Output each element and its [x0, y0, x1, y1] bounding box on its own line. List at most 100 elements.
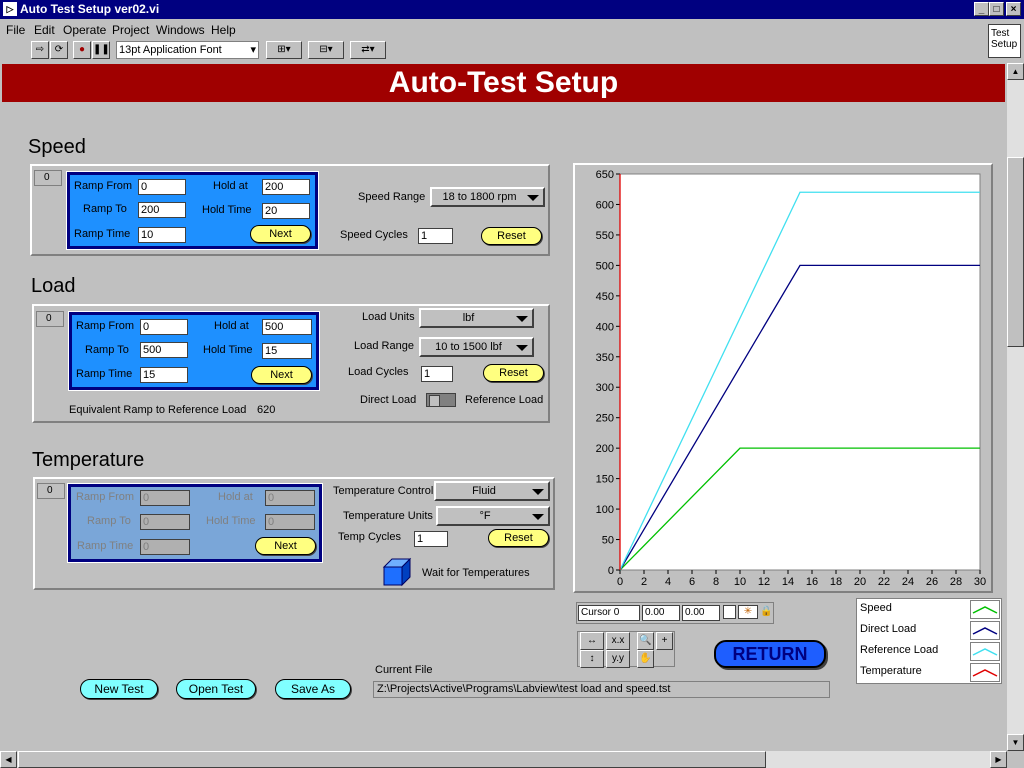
speed-range-select[interactable]: 18 to 1800 rpm — [430, 187, 545, 207]
temp-hold-at-input[interactable]: 0 — [265, 490, 315, 506]
temp-hold-time-input[interactable]: 0 — [265, 514, 315, 530]
open-test-button[interactable]: Open Test — [176, 679, 256, 699]
maximize-button[interactable]: □ — [989, 2, 1004, 16]
legend-speed-swatch[interactable] — [970, 600, 1000, 619]
pan-hand-icon[interactable]: ✋ — [637, 650, 654, 668]
load-ramp-to-input[interactable]: 500 — [140, 342, 188, 358]
crosshair-icon[interactable]: + — [656, 632, 673, 650]
cursor-x[interactable]: 0.00 — [642, 605, 680, 621]
load-hold-time-input[interactable]: 15 — [262, 343, 312, 359]
load-ramp-to-label: Ramp To — [85, 344, 129, 356]
speed-ramp-from-label: Ramp From — [74, 180, 133, 192]
reorder-icon[interactable]: ⇄▾ — [350, 41, 386, 59]
scroll-down-icon[interactable]: ▼ — [1007, 734, 1024, 751]
plot-area — [619, 173, 981, 571]
load-ramp-time-input[interactable]: 15 — [140, 367, 188, 383]
x-format-icon[interactable]: x.x — [606, 632, 630, 650]
wait-for-temperatures-button[interactable] — [382, 557, 412, 587]
menu-edit[interactable]: Edit — [34, 23, 55, 37]
temperature-next-button[interactable]: Next — [255, 537, 316, 555]
temp-ramp-from-input[interactable]: 0 — [140, 490, 190, 506]
minimize-button[interactable]: _ — [974, 2, 989, 16]
font-select[interactable]: 13pt Application Font ▾ — [116, 41, 259, 59]
y-format-icon[interactable]: y.y — [606, 650, 630, 668]
load-title: Load — [31, 275, 76, 297]
vertical-scroll-thumb[interactable] — [1007, 157, 1024, 347]
new-test-button[interactable]: New Test — [80, 679, 158, 699]
y-tick-label: 0 — [608, 565, 614, 577]
scroll-left-icon[interactable]: ◀ — [0, 751, 17, 768]
y-tick-label: 100 — [596, 504, 614, 516]
speed-cycles-label: Speed Cycles — [340, 229, 408, 241]
chart-plot[interactable]: 0 50 100 150 200 250 300 350 400 450 500 550 600 650 0… — [575, 165, 991, 591]
scroll-right-icon[interactable]: ▶ — [990, 751, 1007, 768]
load-next-button[interactable]: Next — [251, 366, 312, 384]
save-as-button[interactable]: Save As — [275, 679, 351, 699]
speed-ramp-time-input[interactable]: 10 — [138, 227, 186, 243]
load-equiv-value: 620 — [257, 404, 276, 416]
cursor-y[interactable]: 0.00 — [682, 605, 720, 621]
current-file-path[interactable]: Z:\Projects\Active\Programs\Labview\test… — [373, 681, 830, 698]
load-mode-switch[interactable] — [426, 393, 456, 407]
load-range-select[interactable]: 10 to 1500 lbf — [419, 337, 534, 357]
scroll-up-icon[interactable]: ▲ — [1007, 63, 1024, 80]
vertical-scrollbar[interactable]: ▲ ▼ — [1007, 63, 1024, 751]
menu-project[interactable]: Project — [112, 23, 149, 37]
legend-direct-load-swatch[interactable] — [970, 621, 1000, 640]
x-scale-icon[interactable]: ↔ — [580, 632, 604, 650]
abort-icon[interactable]: ● — [73, 41, 91, 59]
load-cycles-label: Load Cycles — [348, 366, 409, 378]
menu-operate[interactable]: Operate — [63, 23, 106, 37]
temp-ramp-time-input[interactable]: 0 — [140, 539, 190, 555]
temperature-control-select[interactable]: Fluid — [434, 481, 550, 501]
speed-cycles-input[interactable]: 1 — [418, 228, 453, 244]
temperature-units-select[interactable]: °F — [436, 506, 550, 526]
menu-file[interactable]: File — [6, 23, 25, 37]
load-index[interactable]: 0 — [36, 311, 64, 327]
temperature-reset-button[interactable]: Reset — [488, 529, 549, 547]
y-tick-label: 650 — [596, 169, 614, 181]
load-cycles-input[interactable]: 1 — [421, 366, 453, 382]
horizontal-scroll-thumb[interactable] — [18, 751, 766, 768]
speed-index[interactable]: 0 — [34, 170, 62, 186]
run-icon[interactable]: ⇨ — [31, 41, 49, 59]
labview-app-icon[interactable]: ▷ — [3, 2, 17, 16]
speed-ramp-to-label: Ramp To — [83, 203, 127, 215]
run-continuously-icon[interactable]: ⟳ — [50, 41, 68, 59]
zoom-icon[interactable]: 🔍 — [637, 632, 654, 650]
speed-ramp-from-input[interactable]: 0 — [138, 179, 186, 195]
cursor-lock-icon[interactable]: 🔒 — [760, 605, 772, 619]
legend-reference-load-swatch[interactable] — [970, 642, 1000, 661]
pause-icon[interactable]: ❚❚ — [92, 41, 110, 59]
menu-help[interactable]: Help — [211, 23, 236, 37]
reference-load-label: Reference Load — [465, 394, 544, 406]
speed-hold-time-input[interactable]: 20 — [262, 203, 310, 219]
return-button[interactable]: RETURN — [714, 640, 826, 668]
cursor-style-icon[interactable]: ✳ — [738, 605, 758, 619]
y-scale-icon[interactable]: ↕ — [580, 650, 604, 668]
load-reset-button[interactable]: Reset — [483, 364, 544, 382]
load-units-select[interactable]: lbf — [419, 308, 534, 328]
cursor-color-box[interactable] — [723, 605, 736, 619]
align-objects-icon[interactable]: ⊞▾ — [266, 41, 302, 59]
cursor-name[interactable]: Cursor 0 — [578, 605, 640, 621]
y-tick-label: 50 — [602, 535, 614, 547]
window-title: Auto Test Setup ver02.vi — [20, 2, 160, 16]
temp-cycles-input[interactable]: 1 — [414, 531, 448, 547]
distribute-objects-icon[interactable]: ⊟▾ — [308, 41, 344, 59]
test-setup-icon[interactable]: Test Setup — [988, 24, 1021, 58]
menu-windows[interactable]: Windows — [156, 23, 205, 37]
speed-next-button[interactable]: Next — [250, 225, 311, 243]
temperature-units-label: Temperature Units — [343, 510, 433, 522]
temperature-index[interactable]: 0 — [37, 483, 65, 499]
load-hold-at-input[interactable]: 500 — [262, 319, 312, 335]
speed-ramp-to-input[interactable]: 200 — [138, 202, 186, 218]
speed-reset-button[interactable]: Reset — [481, 227, 542, 245]
y-tick-label: 500 — [596, 260, 614, 272]
load-ramp-from-input[interactable]: 0 — [140, 319, 188, 335]
speed-hold-at-input[interactable]: 200 — [262, 179, 310, 195]
horizontal-scrollbar[interactable]: ◀ ▶ — [0, 751, 1007, 768]
temp-ramp-to-input[interactable]: 0 — [140, 514, 190, 530]
legend-temperature-swatch[interactable] — [970, 663, 1000, 682]
close-button[interactable]: × — [1006, 2, 1021, 16]
